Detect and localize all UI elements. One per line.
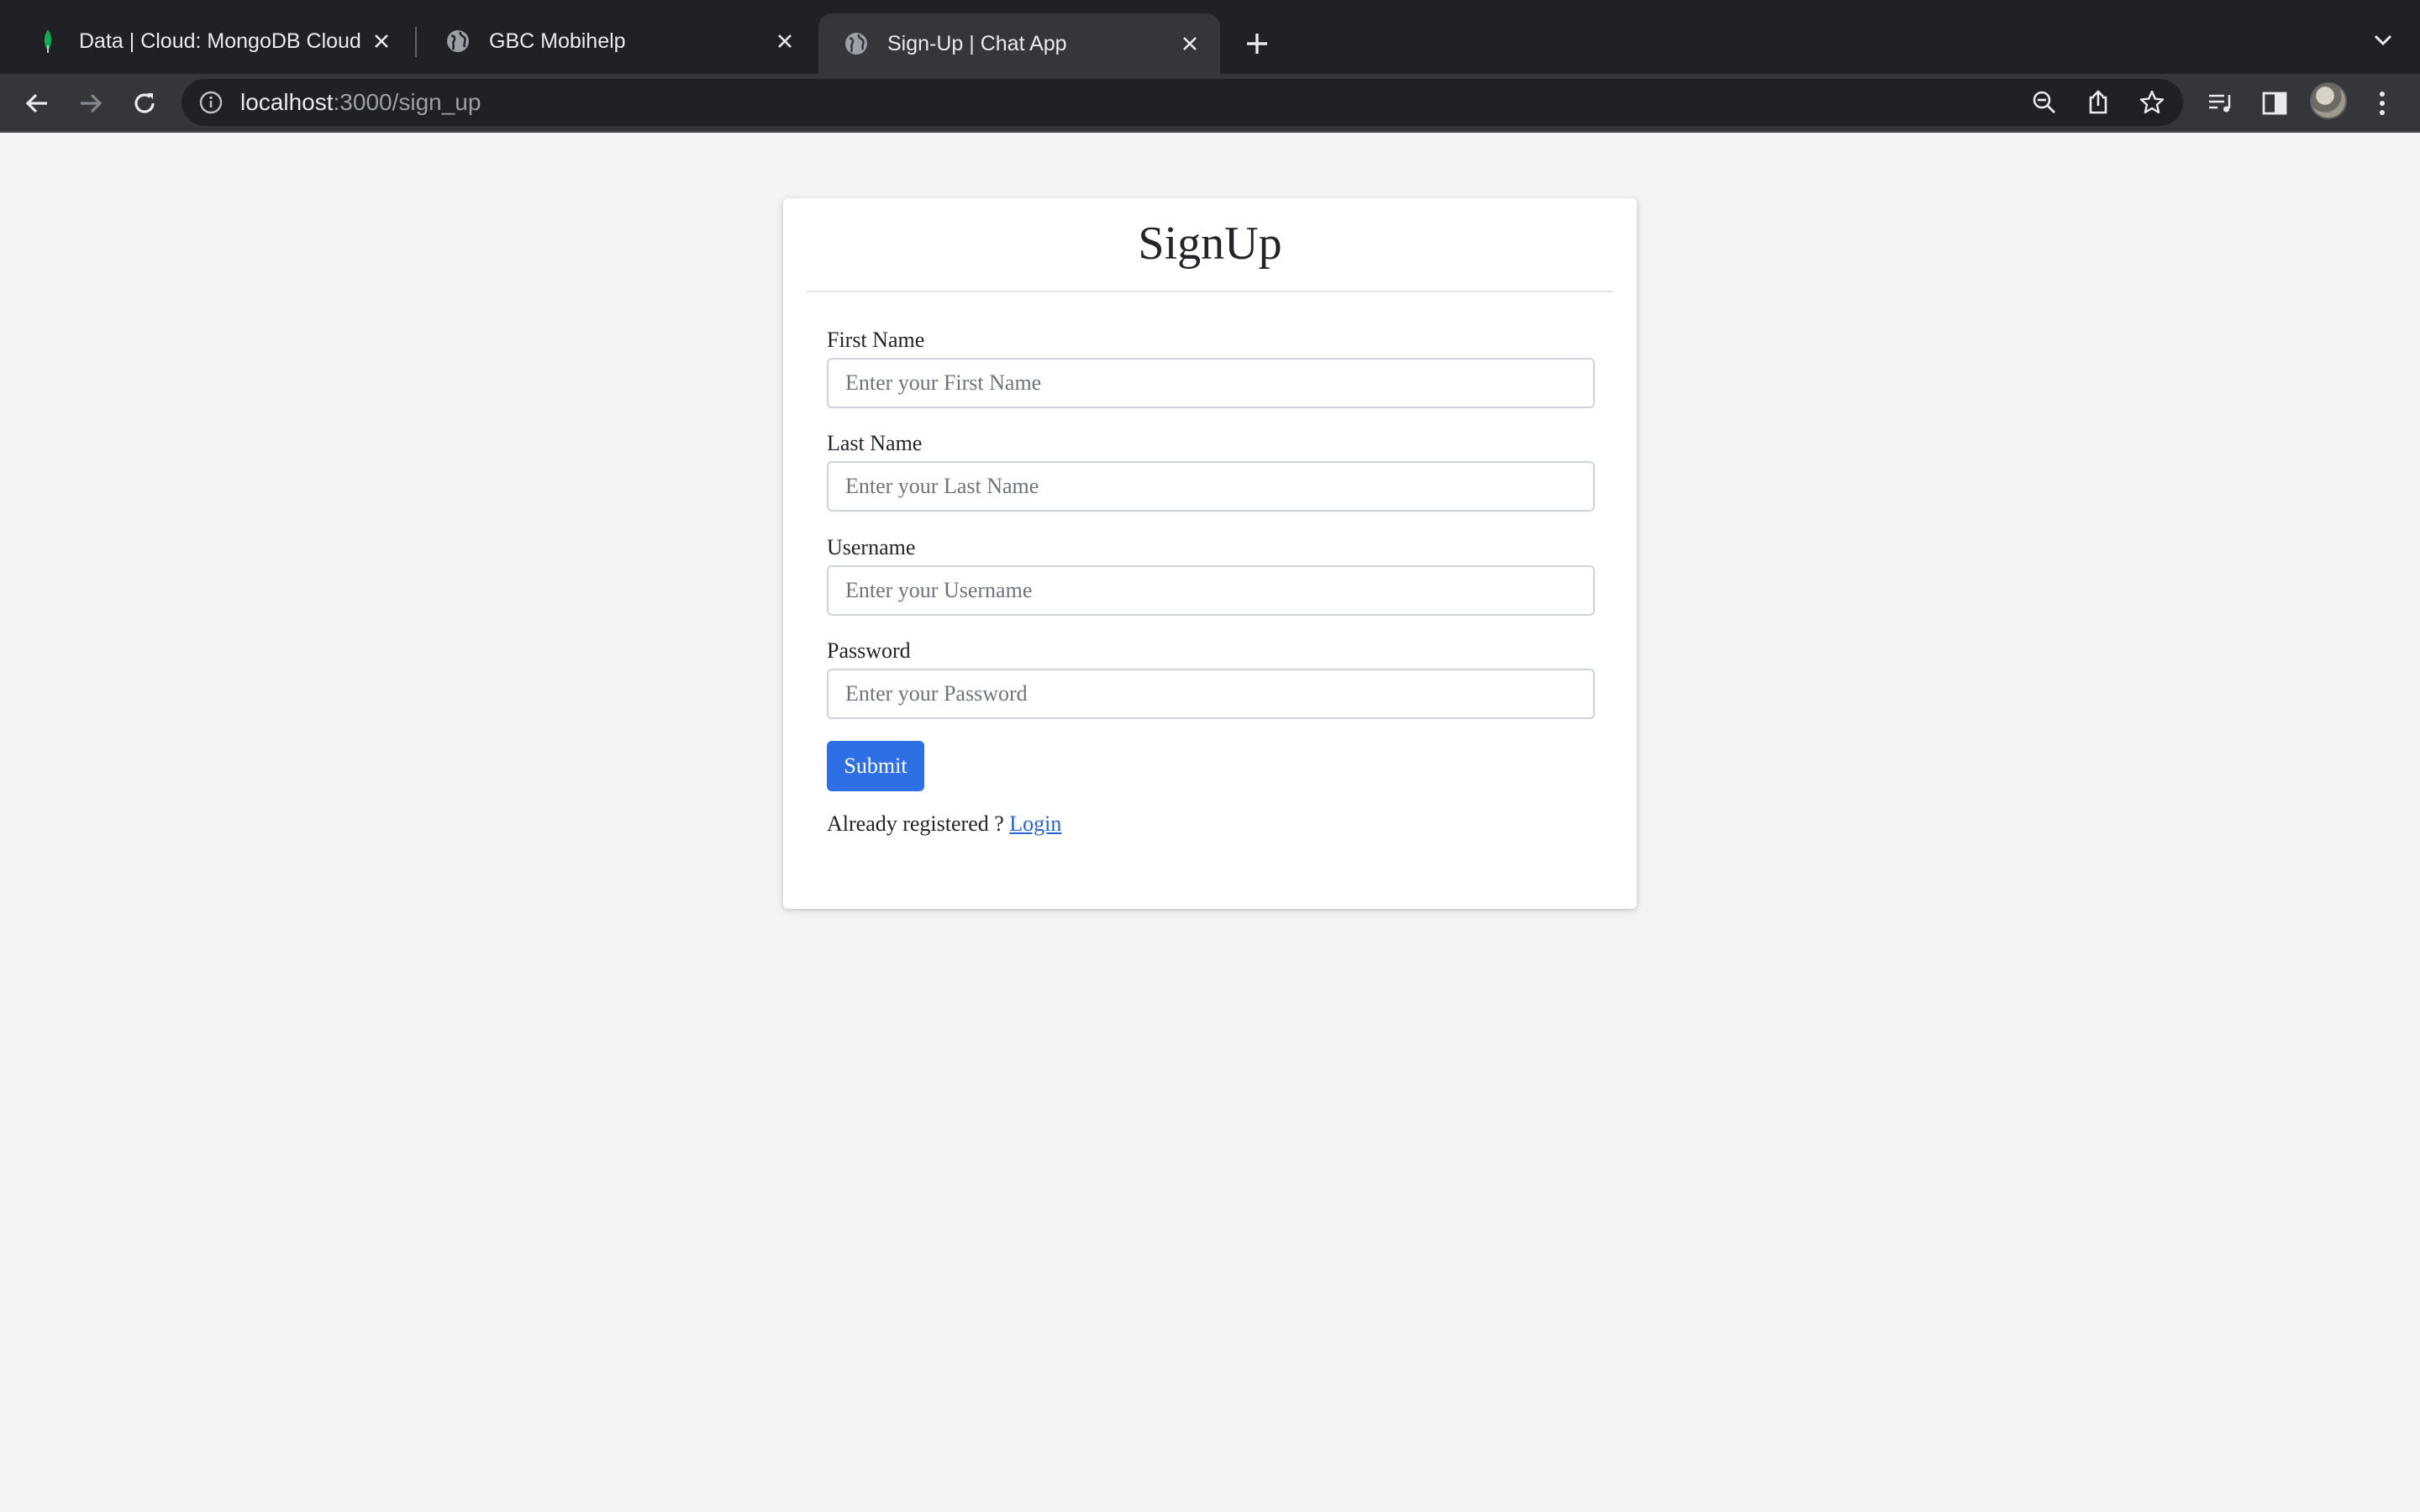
close-tab-icon[interactable] bbox=[1173, 27, 1207, 60]
already-registered-text: Already registered ? bbox=[827, 811, 1004, 836]
close-tab-icon[interactable] bbox=[365, 24, 398, 58]
tab-separator bbox=[415, 27, 417, 57]
browser-toolbar: localhost:3000/sign_up bbox=[0, 74, 2420, 133]
password-label: Password bbox=[827, 638, 911, 663]
new-tab-plus-icon[interactable] bbox=[1237, 24, 1277, 64]
first-name-input[interactable] bbox=[827, 358, 1595, 408]
username-label: Username bbox=[827, 535, 916, 559]
url-text[interactable]: localhost:3000/sign_up bbox=[240, 89, 481, 116]
profile-avatar[interactable] bbox=[2310, 82, 2347, 119]
tab-mongodb-cloud[interactable]: Data | Cloud: MongoDB Cloud bbox=[10, 13, 412, 69]
tab-title: GBC Mobihelp bbox=[489, 29, 626, 53]
mongodb-leaf-icon bbox=[35, 29, 60, 54]
side-panel-icon[interactable] bbox=[2255, 84, 2294, 123]
password-input[interactable] bbox=[827, 669, 1595, 719]
reload-icon[interactable] bbox=[125, 84, 164, 123]
signup-card: SignUp First Name Last Name Username Pas… bbox=[783, 198, 1637, 909]
bookmark-star-icon[interactable] bbox=[2133, 83, 2171, 122]
first-name-label: First Name bbox=[827, 328, 925, 352]
address-bar[interactable]: localhost:3000/sign_up bbox=[182, 79, 2183, 126]
forward-arrow-icon[interactable] bbox=[71, 84, 110, 123]
browser-tab-strip: Data | Cloud: MongoDB Cloud GBC Mobihelp… bbox=[0, 0, 2420, 74]
last-name-input[interactable] bbox=[827, 461, 1595, 512]
browser-menu-icon[interactable] bbox=[2363, 84, 2402, 123]
username-input[interactable] bbox=[827, 565, 1595, 616]
close-tab-icon[interactable] bbox=[768, 24, 802, 58]
tab-search-chevron-down-icon[interactable] bbox=[2366, 24, 2400, 57]
title-divider bbox=[807, 291, 1613, 292]
tab-title: Sign-Up | Chat App bbox=[887, 31, 1067, 55]
already-registered-line: Already registered ? Login bbox=[827, 811, 1061, 837]
globe-icon bbox=[445, 29, 471, 54]
back-arrow-icon[interactable] bbox=[18, 84, 56, 123]
tab-gbc-mobihelp[interactable]: GBC Mobihelp bbox=[420, 13, 815, 69]
tab-sign-up-chat-app[interactable]: Sign-Up | Chat App bbox=[818, 13, 1220, 74]
globe-icon bbox=[844, 31, 869, 56]
tab-title: Data | Cloud: MongoDB Cloud bbox=[79, 29, 361, 53]
media-control-icon[interactable] bbox=[2202, 84, 2240, 123]
share-icon[interactable] bbox=[2079, 83, 2118, 122]
zoom-out-icon[interactable] bbox=[2025, 83, 2064, 122]
site-info-icon[interactable] bbox=[198, 90, 224, 115]
submit-button[interactable]: Submit bbox=[827, 741, 924, 791]
page-title: SignUp bbox=[1138, 218, 1282, 270]
last-name-label: Last Name bbox=[827, 431, 923, 455]
login-link[interactable]: Login bbox=[1009, 811, 1061, 836]
